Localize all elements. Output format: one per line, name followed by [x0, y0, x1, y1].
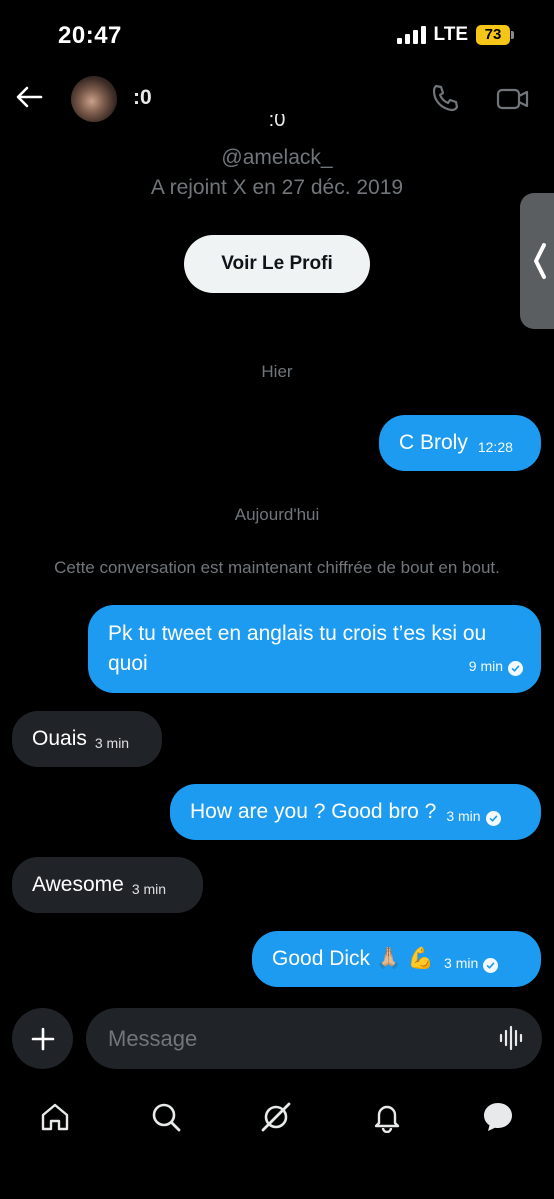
battery-level: 73 [476, 25, 510, 45]
message-text: Awesome [32, 873, 124, 896]
status-time: 20:47 [58, 22, 122, 49]
message-text: Pk tu tweet en anglais tu crois t’es ksi… [108, 622, 487, 675]
profile-name: :0 [268, 114, 286, 131]
encryption-notice: Cette conversation est maintenant chiffr… [54, 558, 500, 577]
bottom-tab-bar [0, 1090, 554, 1144]
message-time: 3 min [446, 808, 481, 824]
video-camera-icon[interactable] [496, 84, 530, 114]
back-arrow-icon[interactable] [14, 82, 44, 112]
message-meta: 3 min [444, 940, 499, 978]
read-check-icon [508, 661, 523, 676]
search-icon[interactable] [149, 1100, 183, 1134]
message-input[interactable] [108, 1008, 488, 1069]
date-separator-today: Aujourd'hui [234, 505, 320, 524]
network-label: LTE [433, 24, 468, 45]
view-profile-button[interactable]: Voir Le Profi [184, 235, 370, 293]
status-indicators: LTE 73 [396, 24, 514, 46]
message-meta: 3 min [446, 793, 501, 831]
battery-icon: 73 [476, 25, 514, 45]
plus-icon[interactable] [12, 1008, 73, 1069]
message-text: Good Dick 🙏🏼 💪 [272, 947, 435, 970]
message-time: 3 min [131, 881, 167, 897]
date-separator-yesterday: Hier [261, 362, 293, 381]
read-check-icon [483, 958, 499, 973]
message-bubble-incoming[interactable]: Awesome 3 min [12, 857, 203, 913]
message-meta: 9 min [469, 651, 523, 681]
profile-joined-date: A rejoint X en 27 déc. 2019 [150, 176, 404, 199]
signal-icon [396, 26, 426, 44]
message-bubble-outgoing[interactable]: How are you ? Good bro ? 3 min [170, 784, 541, 840]
message-text: Ouais [32, 727, 87, 750]
message-time: 9 min [468, 658, 503, 674]
profile-handle: @amelack_ [221, 146, 333, 169]
message-time: 3 min [94, 735, 130, 751]
messages-icon[interactable] [481, 1100, 515, 1134]
message-bubble-outgoing[interactable]: Pk tu tweet en anglais tu crois t’es ksi… [88, 605, 541, 693]
message-bubble-outgoing[interactable]: C Broly 12:28 [379, 415, 541, 471]
conversation-title[interactable]: :0 [133, 86, 152, 110]
read-check-icon [485, 811, 501, 826]
message-text: C Broly [399, 431, 468, 454]
message-time: 12:28 [477, 439, 513, 455]
message-bubble-outgoing[interactable]: Good Dick 🙏🏼 💪 3 min [252, 931, 541, 987]
message-time: 3 min [444, 955, 479, 971]
phone-icon[interactable] [429, 82, 461, 114]
home-icon[interactable] [38, 1100, 72, 1134]
notifications-icon[interactable] [370, 1100, 404, 1134]
grok-icon[interactable] [259, 1100, 293, 1134]
message-text: How are you ? Good bro ? [190, 800, 437, 823]
message-bubble-incoming[interactable]: Ouais 3 min [12, 711, 162, 767]
chevron-left-icon[interactable] [520, 193, 554, 329]
waveform-icon[interactable] [498, 1024, 526, 1052]
message-composer [86, 1008, 542, 1069]
